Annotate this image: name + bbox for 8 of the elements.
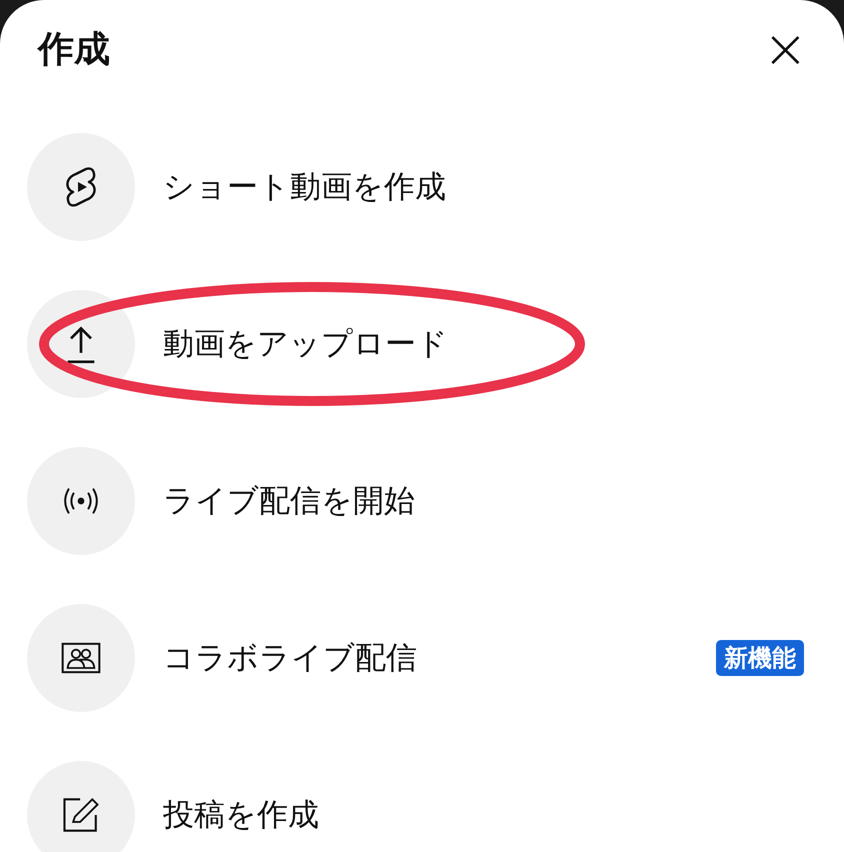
sheet-title: 作成 <box>38 28 110 72</box>
new-badge: 新機能 <box>716 640 804 676</box>
menu-item[interactable]: コラボライブ配信 <box>163 636 716 678</box>
menu-item[interactable]: 動画をアップロード <box>163 322 804 364</box>
menu-item[interactable]: 投稿を作成 <box>163 794 804 836</box>
menu-item[interactable]: ショート動画を作成 <box>163 166 804 208</box>
close-button[interactable]: × <box>762 22 808 76</box>
menu-item[interactable]: ライブ配信を開始 <box>163 480 804 522</box>
